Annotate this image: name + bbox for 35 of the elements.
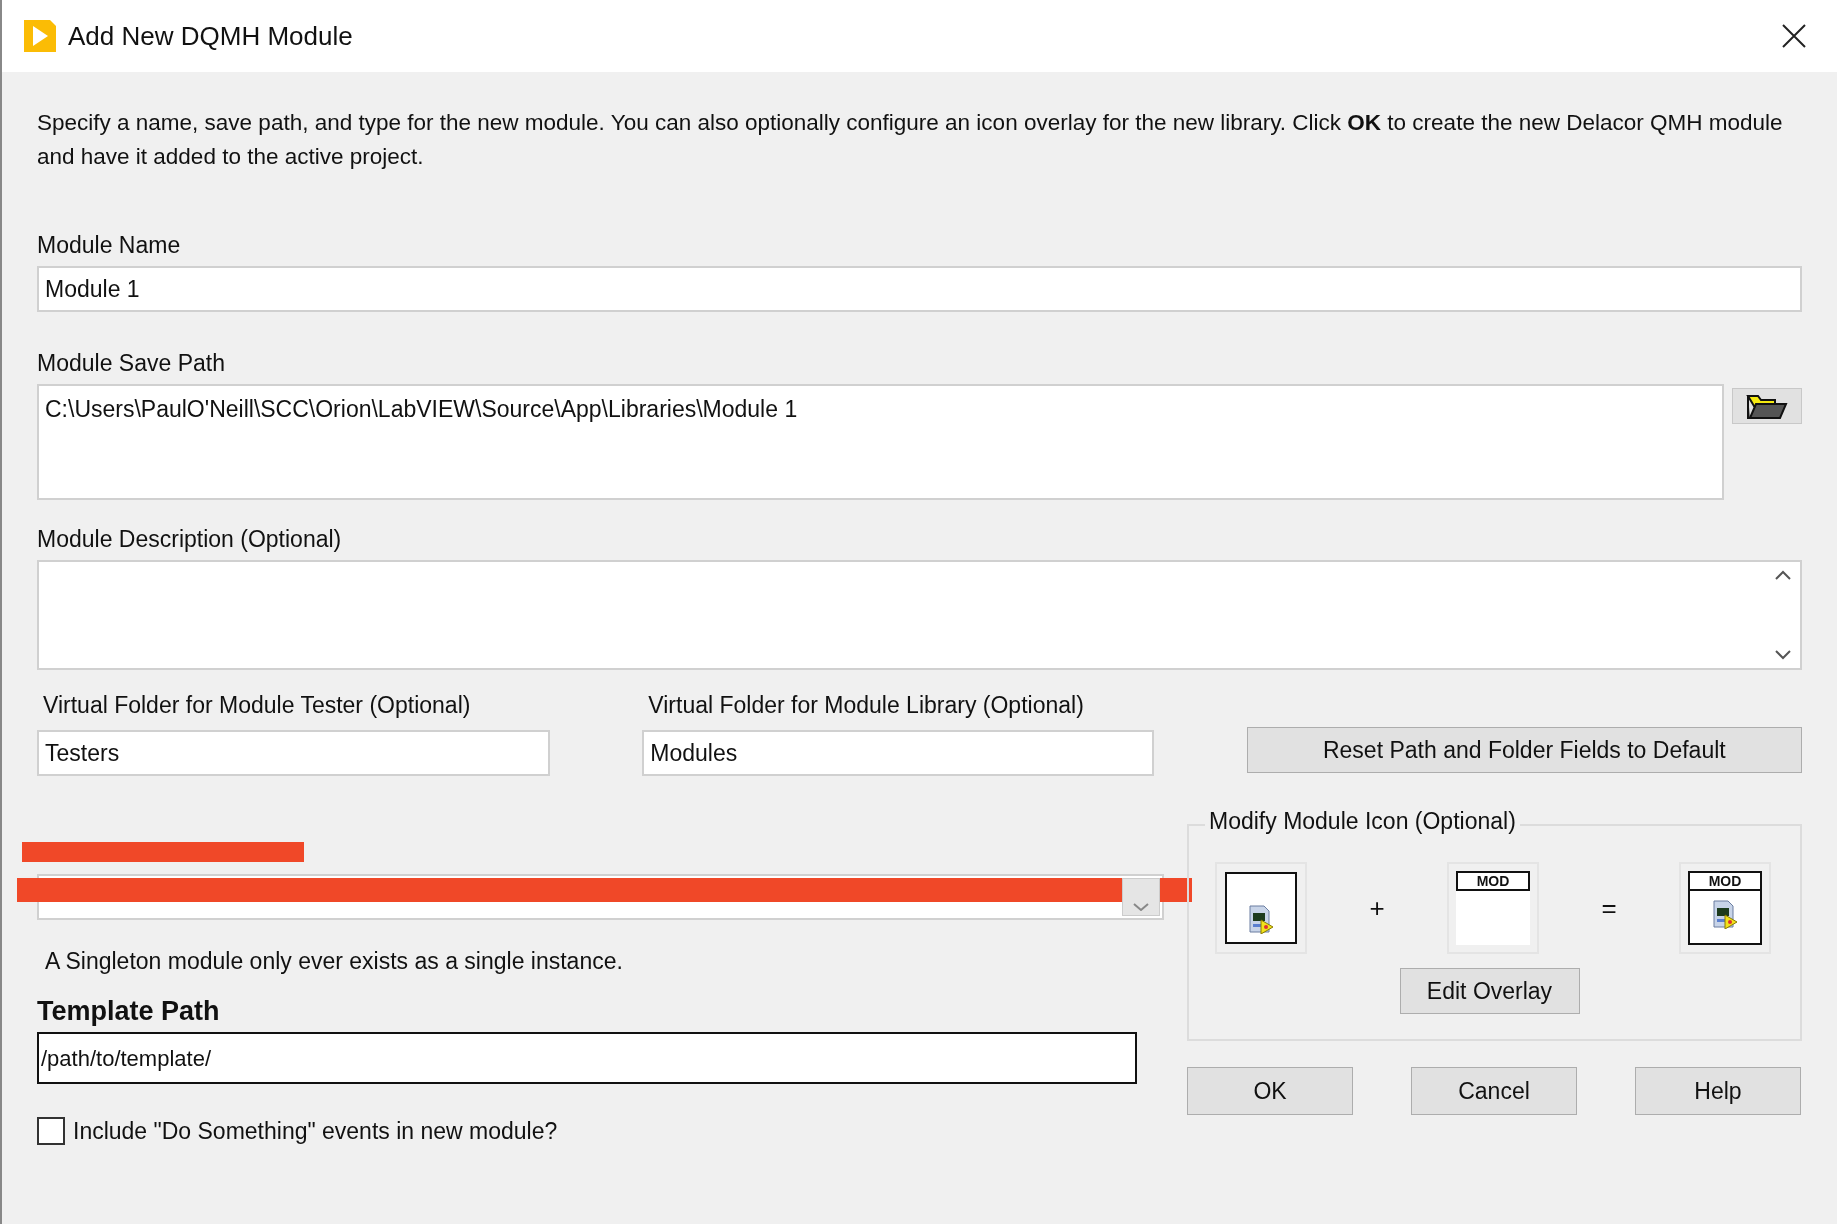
dialog-button[interactable]: Help: [1635, 1067, 1801, 1115]
folder-icon: [1746, 392, 1788, 420]
field-label: Virtual Folder for Module Library (Optional): [647, 691, 1085, 720]
app-icon: [22, 18, 58, 54]
overlay-label: MOD: [1456, 871, 1530, 891]
checkbox[interactable]: [37, 1117, 65, 1146]
library-folder-field[interactable]: Modules: [642, 730, 1155, 776]
template-path-field[interactable]: /path/to/template/: [37, 1032, 1137, 1084]
edit-overlay-button[interactable]: Edit Overlay: [1399, 968, 1580, 1014]
browse-button[interactable]: [1732, 388, 1802, 424]
save-path-field[interactable]: C:\Users\PaulO'Neill\SCC\Orion\LabVIEW\Source\App\Libraries\Module 1: [37, 384, 1725, 500]
instructions-text: Specify a name, save path, and type for the new module. You can also optionally configure an icon overlay for the new library. Click OK to create the new Delacor QMH module and have it added to the active project.: [37, 109, 1784, 171]
module-name-field[interactable]: Module 1: [37, 266, 1802, 312]
dialog-button[interactable]: Cancel: [1411, 1067, 1577, 1115]
field-label: Module Name: [37, 231, 182, 260]
checkbox-label: Include "Do Something" events in new module?: [73, 1117, 558, 1146]
scroll-up-icon[interactable]: [1775, 570, 1791, 580]
field-label: Virtual Folder for Module Tester (Optional): [42, 691, 472, 720]
library-icon: [1246, 904, 1276, 934]
close-icon[interactable]: [1781, 23, 1807, 49]
field-label: Module Save Path: [37, 349, 226, 378]
equals-sign: =: [1600, 891, 1618, 925]
field-label: Module Description (Optional): [37, 525, 343, 554]
plus-sign: +: [1368, 891, 1386, 925]
window-title: Add New DQMH Module: [68, 19, 353, 53]
tester-folder-field[interactable]: Testers: [37, 730, 550, 776]
description-field[interactable]: [37, 560, 1802, 670]
dialog-button[interactable]: OK: [1187, 1067, 1353, 1115]
library-icon: [1710, 899, 1740, 929]
field-label: Template Path: [37, 995, 221, 1028]
module-type-note: A Singleton module only ever exists as a single instance.: [44, 947, 624, 976]
overlay-label: MOD: [1690, 873, 1760, 891]
caret-icon: [1133, 903, 1149, 911]
scroll-down-icon[interactable]: [1775, 650, 1791, 660]
reset-button[interactable]: Reset Path and Folder Fields to Default: [1246, 727, 1802, 773]
